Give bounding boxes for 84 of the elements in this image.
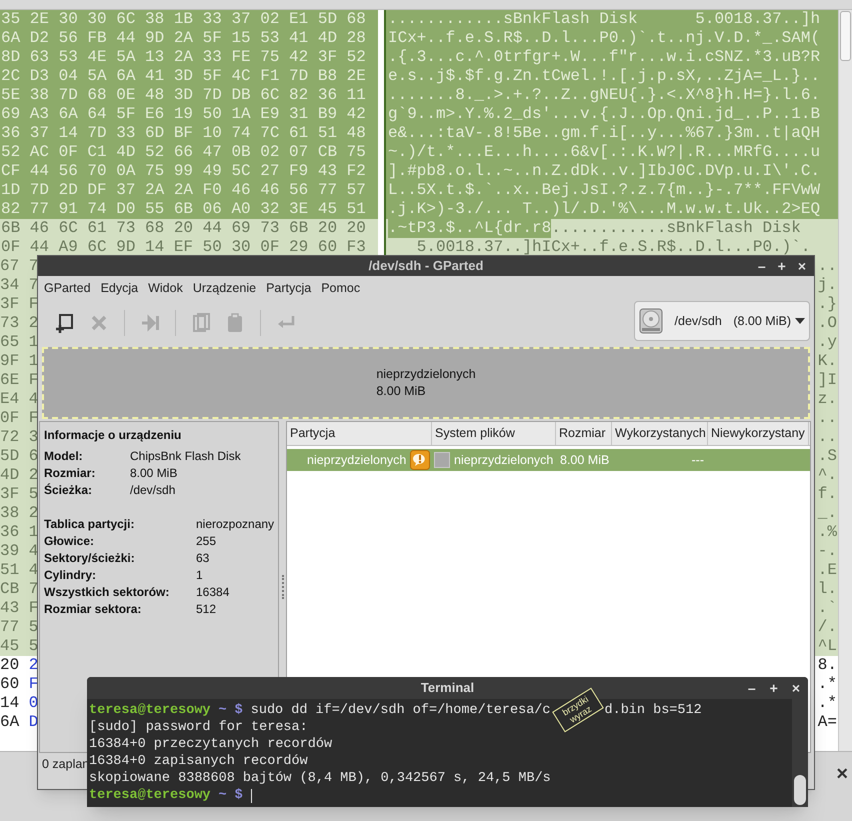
ascii-text: ICx+..f.e.S.R$..D.l...P0.)`.t..nj.V.D.*_.SAM(: [388, 29, 820, 48]
ascii-text: g`9..m>.Y.%.2_ds'...v.{.J..Op.Qni.jd_..P..1.B: [388, 105, 820, 124]
menu-item[interactable]: Partycja: [266, 278, 312, 298]
hex-bytes: 8D 63 53 4E 5A 13 2A 33 FE 75 42 3F 52: [1, 48, 366, 66]
command-text: d.bin bs=512: [604, 702, 702, 719]
window-control[interactable]: ×: [792, 681, 800, 695]
caret-icon: [795, 318, 805, 324]
info-label: Model:: [44, 448, 84, 465]
hex-bytes: 0F 44 A9 6C 9D 14 EF 50 30 0F 29 60 F3: [1, 238, 366, 256]
command-text: sudo dd if=/dev/sdh of=/home/teresa/c: [250, 702, 550, 719]
hex-bytes: 52 AC 0F C1 4D 52 66 47 0B 02 07 CB 75: [1, 143, 366, 161]
pane-handle[interactable]: [282, 575, 284, 599]
column-header[interactable]: Niewykorzystany: [708, 422, 809, 445]
info-label: Tablica partycji:: [44, 516, 136, 533]
ascii-text: ]I: [818, 371, 837, 390]
close-button[interactable]: ×: [836, 764, 848, 784]
info-value: 8.00 MiB: [130, 465, 178, 482]
info-value: ChipsBnk Flash Disk: [130, 448, 242, 465]
window-control[interactable]: +: [778, 259, 786, 273]
partition-size: 8.00 MiB: [376, 383, 427, 400]
info-value: nierozpoznany: [196, 516, 274, 533]
info-value: /dev/sdh: [130, 482, 176, 499]
prompt-path: ~: [218, 787, 227, 804]
output-line: skopiowane 8388608 bajtów (8,4 MB), 0,342567 s, 24,5 MB/s: [89, 770, 551, 787]
ascii-text: L..5X.t.$.`..x..Bej.JsI.?.z.7{m..}-.7**.FFVwW: [388, 181, 820, 200]
filesystem-swatch: [434, 452, 450, 468]
info-label: Cylindry:: [44, 567, 98, 584]
prompt-path: ~: [218, 702, 227, 719]
prompt-user: teresa@teresowy: [89, 702, 211, 719]
hex-bytes: 5E 38 7D 68 0E 48 3D 7D DB 6C 82 36 11: [1, 86, 366, 104]
partition-label: nieprzydzielonych: [376, 366, 476, 383]
hex-bytes: 6A D2 56 FB 44 9D 2A 5F 15 53 41 4D 28: [1, 29, 366, 47]
info-label: Sektory/ścieżki:: [44, 550, 136, 567]
hex-bytes: 82 77 91 74 D0 55 6B 06 A0 32 3E 45 51: [1, 200, 366, 218]
menu-item[interactable]: Widok: [148, 278, 183, 298]
ascii-text: e&...:taV-.8!5Be..gm.f.i[..y...%67.}3m..t|aQH: [388, 124, 820, 143]
window-control[interactable]: +: [770, 681, 778, 695]
table-cell: 8.00 MiB: [560, 452, 610, 467]
column-header[interactable]: Partycja: [287, 422, 432, 445]
window-control[interactable]: –: [748, 681, 756, 695]
hex-bytes: CF 44 56 70 0A 75 99 49 5C 27 F9 43 F2: [1, 162, 366, 180]
output-line: 16384+0 zapisanych recordów: [89, 753, 308, 770]
info-label: Rozmiar:: [44, 465, 96, 482]
column-header[interactable]: Wykorzystanych: [612, 422, 708, 445]
prompt-user: teresa@teresowy: [89, 787, 211, 804]
window-title: Terminal: [420, 679, 474, 698]
menu-item[interactable]: GParted: [44, 278, 91, 298]
ascii-text: ~.)/t.*...E...h....6&v[.:.K.W?|.R...MRfG....u: [388, 143, 820, 162]
scrollbar[interactable]: [838, 10, 852, 751]
table-cell-text: nieprzydzielonych: [307, 452, 406, 469]
hex-bytes: 6B 46 6C 61 73 68 20 44 69 73 6B 20 20: [1, 219, 366, 237]
table-cell-text: nieprzydzielonych: [454, 452, 554, 469]
menu-item[interactable]: Edycja: [100, 278, 138, 298]
info-value: 63: [196, 550, 210, 567]
info-label: Ścieżka:: [44, 482, 94, 499]
window-control[interactable]: ×: [798, 259, 806, 273]
prompt-symbol: $: [234, 787, 243, 804]
column-header[interactable]: Rozmiar: [556, 422, 612, 445]
info-label: Głowice:: [44, 533, 96, 550]
info-value: 255: [196, 533, 218, 550]
hex-bytes: 35 2E 30 30 6C 38 1B 33 37 02 E1 5D 68: [1, 10, 366, 28]
hex-bytes: 69 A3 6A 64 5F E6 19 50 1A E9 31 B9 42: [1, 105, 366, 123]
column-header[interactable]: System plików: [432, 422, 556, 445]
output-line: 16384+0 przeczytanych recordów: [89, 736, 332, 753]
hex-bytes: 36 37 14 7D 33 6D BF 10 74 7C 61 51 48: [1, 124, 366, 142]
info-label: Rozmiar sektora:: [44, 601, 142, 618]
info-label: Wszystkich sektorów:: [44, 584, 170, 601]
info-value: 16384: [196, 584, 230, 601]
device-selector[interactable]: /dev/sdh (8.00 MiB): [634, 301, 810, 341]
menu-item[interactable]: Pomoc: [321, 278, 360, 298]
scrollbar[interactable]: [792, 699, 808, 807]
info-value: 1: [196, 567, 204, 584]
window-title: /dev/sdh - GParted: [368, 257, 484, 276]
panel-heading: Informacje o urządzeniu: [44, 427, 182, 444]
menu-item[interactable]: Urządzenie: [192, 278, 256, 298]
prompt-symbol: $: [234, 702, 243, 719]
ascii-text: .~tP3.$..^L{dr.r8: [388, 219, 552, 238]
unallocated-partition-bar[interactable]: nieprzydzielonych 8.00 MiB: [42, 347, 810, 419]
hex-bytes: 1D 7D 2D DF 37 2A 2A F0 46 46 56 77 57: [1, 181, 366, 199]
output-line: [sudo] password for teresa:: [89, 719, 308, 736]
window-control[interactable]: –: [758, 259, 766, 273]
info-value: 512: [196, 601, 218, 618]
hex-bytes: 2C D3 04 5A 6A 41 3D 5F 4C F1 7D B8 2E: [1, 67, 366, 85]
table-cell: ---: [692, 452, 704, 467]
